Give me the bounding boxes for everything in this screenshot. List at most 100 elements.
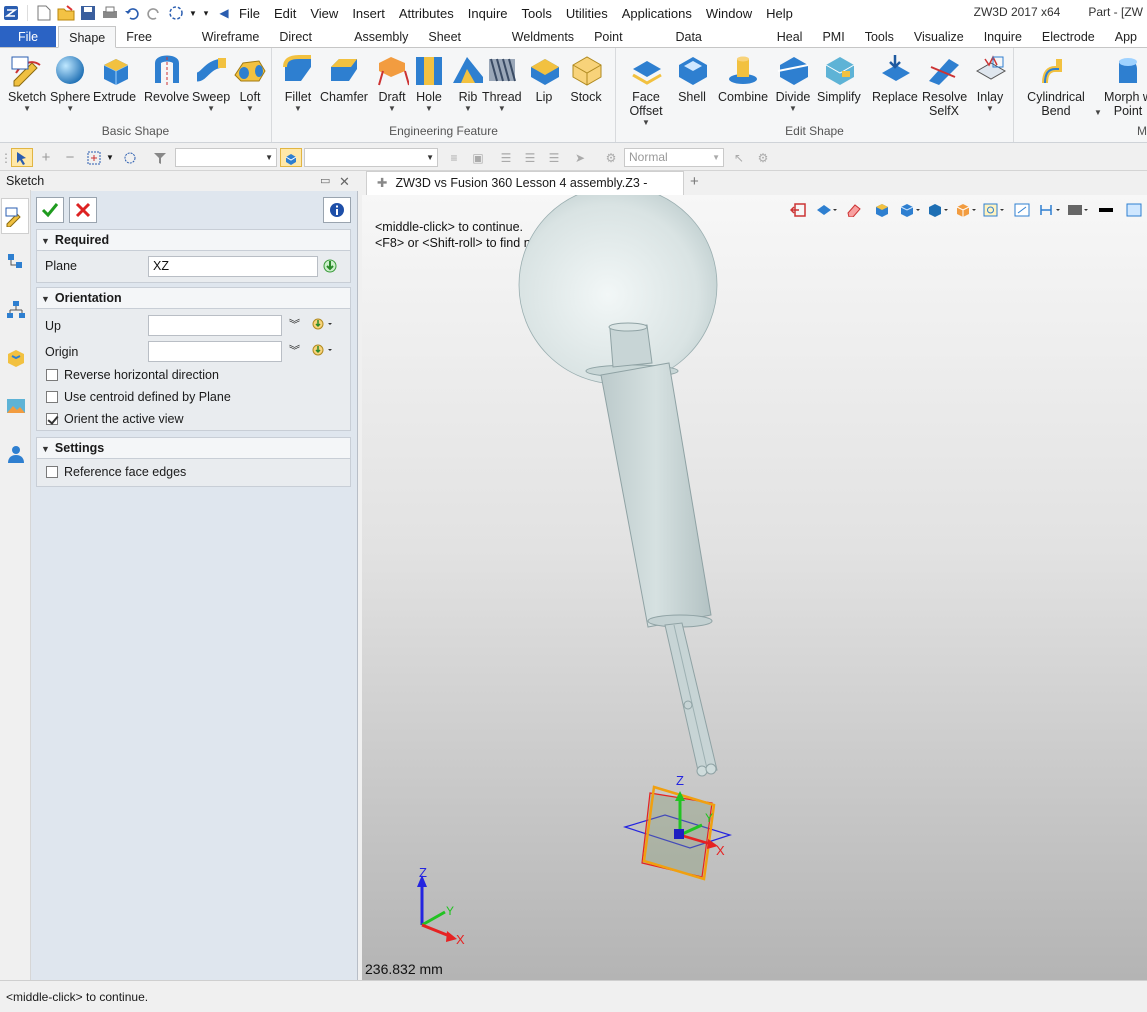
loft-button[interactable]: Loft ▼ — [232, 52, 268, 113]
checkbox-box[interactable] — [46, 466, 58, 478]
pin-icon[interactable]: ▭ — [320, 174, 330, 187]
stock-button[interactable]: Stock — [568, 52, 604, 104]
chevron-down-icon[interactable]: ▼ — [388, 104, 396, 113]
tab-direct-edit[interactable]: Direct Edit — [269, 26, 344, 66]
app-logo-icon[interactable] — [2, 4, 20, 22]
chevron-down-icon[interactable]: ▼ — [498, 104, 506, 113]
checkbox-box[interactable] — [46, 369, 58, 381]
lock-icon[interactable]: ▣ — [469, 148, 487, 167]
extrude-button[interactable]: Extrude — [93, 52, 136, 104]
lasso-select-icon[interactable] — [121, 148, 139, 167]
menu-applications[interactable]: Applications — [622, 6, 692, 21]
info-button[interactable] — [323, 197, 351, 223]
menu-window[interactable]: Window — [706, 6, 752, 21]
lip-button[interactable]: Lip — [526, 52, 562, 104]
new-file-icon[interactable] — [35, 4, 53, 22]
face-offset-button[interactable]: Face Offset ▼ — [626, 52, 666, 127]
reference-face-edges-checkbox[interactable]: Reference face edges — [46, 465, 186, 479]
tab-assembly[interactable]: Assembly — [344, 26, 418, 47]
double-chevron-down-icon[interactable]: ︾ — [289, 342, 300, 358]
shell-button[interactable]: Shell — [674, 52, 710, 104]
pick-direction-icon[interactable] — [311, 317, 333, 334]
pin-tab-icon[interactable]: ✚ — [377, 176, 387, 190]
tab-weldments[interactable]: Weldments — [502, 26, 584, 47]
tab-free-form[interactable]: Free Form — [116, 26, 191, 66]
cylindrical-bend-button[interactable]: Cylindrical Bend ▼ — [1026, 52, 1102, 118]
draft-button[interactable]: Draft ▼ — [374, 52, 410, 113]
chevron-down-icon[interactable]: ▼ — [294, 104, 302, 113]
inlay-button[interactable]: Inlay ▼ — [972, 52, 1008, 113]
replace-button[interactable]: Replace — [872, 52, 918, 104]
tab-data-exchange[interactable]: Data Exchange — [665, 26, 766, 66]
combine-button[interactable]: Combine — [718, 52, 768, 104]
chevron-down-icon[interactable]: ▼ — [986, 104, 994, 113]
box-select-icon[interactable] — [85, 148, 103, 167]
new-tab-icon[interactable]: + — [690, 173, 699, 190]
gear-icon[interactable]: ⚙ — [602, 148, 620, 167]
grid-left-icon[interactable]: ☰ — [497, 148, 515, 167]
checkbox-box[interactable] — [46, 413, 58, 425]
pick-combo[interactable]: ▼ — [304, 148, 438, 167]
pick-plane-icon[interactable] — [322, 258, 338, 277]
tab-tools[interactable]: Tools — [855, 26, 904, 47]
part-icon[interactable] — [4, 346, 28, 370]
pick-pointer-icon[interactable] — [11, 148, 33, 167]
assembly-tree-icon[interactable] — [4, 298, 28, 322]
section-header-required[interactable]: ▼ Required — [36, 229, 351, 251]
menu-tools[interactable]: Tools — [522, 6, 552, 21]
settings-icon[interactable]: ⚙ — [754, 148, 772, 167]
menu-help[interactable]: Help — [766, 6, 793, 21]
grid-mid-icon[interactable]: ☰ — [521, 148, 539, 167]
cursor-icon[interactable]: ➤ — [571, 148, 589, 167]
tab-shape[interactable]: Shape — [58, 26, 117, 48]
morph-with-point-button[interactable]: Morph w Point — [1098, 52, 1147, 118]
open-folder-icon[interactable] — [57, 4, 75, 22]
tab-point-cloud[interactable]: Point Cloud — [584, 26, 665, 66]
filter-combo[interactable]: ▼ — [175, 148, 277, 167]
menu-edit[interactable]: Edit — [274, 6, 296, 21]
chevron-down-icon[interactable]: ▼ — [189, 4, 197, 22]
pick-point-icon[interactable] — [311, 343, 333, 360]
grid-right-icon[interactable]: ☰ — [545, 148, 563, 167]
user-icon[interactable] — [4, 442, 28, 466]
undo-icon[interactable] — [123, 4, 141, 22]
chevron-down-icon[interactable]: ▼ — [246, 104, 254, 113]
menu-utilities[interactable]: Utilities — [566, 6, 608, 21]
menu-inquire[interactable]: Inquire — [468, 6, 508, 21]
chamfer-button[interactable]: Chamfer — [320, 52, 368, 104]
revolve-button[interactable]: Revolve — [144, 52, 189, 104]
chevron-down-icon[interactable]: ▼ — [23, 104, 31, 113]
history-tree-icon[interactable] — [4, 250, 28, 274]
chevron-down-icon[interactable]: ▼ — [789, 104, 797, 113]
up-field[interactable] — [148, 315, 282, 336]
image-icon[interactable] — [4, 394, 28, 418]
align-icon[interactable]: ≡ — [445, 148, 463, 167]
tab-sheet-metal[interactable]: Sheet Metal — [418, 26, 501, 66]
hole-button[interactable]: Hole ▼ — [411, 52, 447, 113]
sketch-plane-triad[interactable]: Z Y X — [622, 773, 732, 881]
chevron-down-icon[interactable]: ▼ — [66, 104, 74, 113]
resolve-selfx-button[interactable]: Resolve SelfX — [922, 52, 967, 118]
cancel-button[interactable] — [69, 197, 97, 223]
close-icon[interactable]: ✕ — [339, 174, 350, 190]
menu-file[interactable]: File — [239, 6, 260, 21]
render-mode-combo[interactable]: Normal ▼ — [624, 148, 724, 167]
use-centroid-checkbox[interactable]: Use centroid defined by Plane — [46, 390, 231, 404]
chevron-down-icon[interactable]: ▼ — [207, 104, 215, 113]
menu-insert[interactable]: Insert — [352, 6, 385, 21]
chevron-down-icon[interactable]: ▼ — [425, 104, 433, 113]
print-icon[interactable] — [101, 4, 119, 22]
3d-viewport[interactable]: <middle-click> to continue. <F8> or <Shi… — [362, 195, 1147, 980]
reverse-horizontal-checkbox[interactable]: Reverse horizontal direction — [46, 368, 219, 382]
customize-dropdown-icon[interactable]: ▾ — [201, 4, 211, 22]
origin-field[interactable] — [148, 341, 282, 362]
back-arrow-icon[interactable]: ◀ — [215, 4, 233, 22]
rod[interactable] — [664, 622, 718, 777]
section-header-settings[interactable]: ▼ Settings — [36, 437, 351, 459]
tab-electrode[interactable]: Electrode — [1032, 26, 1105, 47]
fillet-button[interactable]: Fillet ▼ — [280, 52, 316, 113]
tab-wireframe[interactable]: Wireframe — [192, 26, 270, 47]
tab-pmi[interactable]: PMI — [812, 26, 854, 47]
tab-heal[interactable]: Heal — [767, 26, 813, 47]
menu-view[interactable]: View — [310, 6, 338, 21]
